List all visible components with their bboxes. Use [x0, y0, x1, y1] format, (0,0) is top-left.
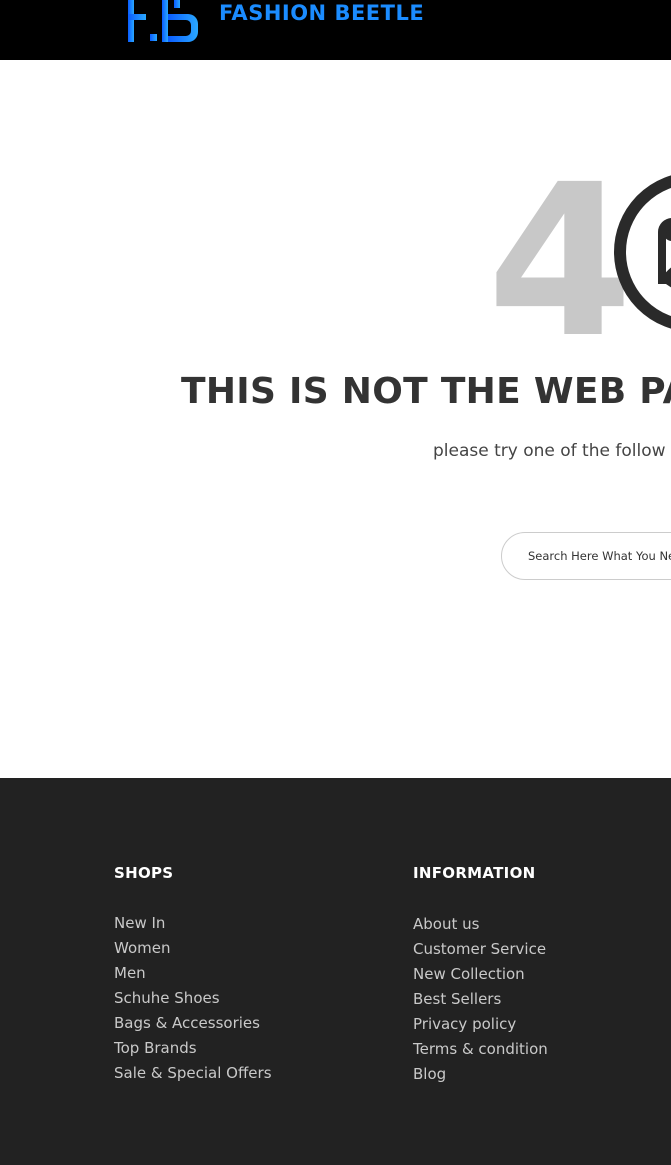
footer-link-privacy-policy[interactable]: Privacy policy	[413, 1014, 516, 1034]
error-title: THIS IS NOT THE WEB PAC	[181, 371, 671, 412]
list-item: About us	[413, 914, 548, 939]
footer-shops-list: New In Women Men Schuhe Shoes Bags & Acc…	[114, 913, 272, 1088]
footer-link-women[interactable]: Women	[114, 938, 170, 958]
footer-link-best-sellers[interactable]: Best Sellers	[413, 989, 501, 1009]
fb-logo-icon	[128, 0, 198, 42]
footer-link-schuhe-shoes[interactable]: Schuhe Shoes	[114, 988, 220, 1008]
footer-information-title: INFORMATION	[413, 864, 536, 882]
list-item: Men	[114, 963, 272, 988]
logo-text: FASHION BEETLE	[219, 1, 425, 25]
footer-link-men[interactable]: Men	[114, 963, 146, 983]
footer-link-terms-condition[interactable]: Terms & condition	[413, 1039, 548, 1059]
list-item: Best Sellers	[413, 989, 548, 1014]
list-item: Terms & condition	[413, 1039, 548, 1064]
sad-face-icon	[614, 175, 671, 329]
footer-link-sale-special-offers[interactable]: Sale & Special Offers	[114, 1063, 272, 1083]
footer-shops-column: SHOPS New In Women Men Schuhe Shoes Bags…	[114, 864, 272, 1088]
list-item: Customer Service	[413, 939, 548, 964]
footer-shops-title: SHOPS	[114, 864, 174, 882]
list-item: Schuhe Shoes	[114, 988, 272, 1013]
site-logo[interactable]: FASHION BEETLE	[126, 0, 426, 44]
list-item: New Collection	[413, 964, 548, 989]
list-item: Privacy policy	[413, 1014, 548, 1039]
footer-link-bags-accessories[interactable]: Bags & Accessories	[114, 1013, 260, 1033]
footer-link-new-in[interactable]: New In	[114, 913, 165, 933]
list-item: Top Brands	[114, 1038, 272, 1063]
error-code-digit: 4	[487, 139, 633, 384]
search-input[interactable]	[528, 533, 671, 579]
footer-link-blog[interactable]: Blog	[413, 1064, 446, 1084]
error-subtitle: please try one of the follow	[433, 441, 666, 461]
list-item: Bags & Accessories	[114, 1013, 272, 1038]
error-section: 4 THIS IS NOT THE WEB PAC please try one…	[0, 60, 671, 778]
footer-link-top-brands[interactable]: Top Brands	[114, 1038, 197, 1058]
footer-link-customer-service[interactable]: Customer Service	[413, 939, 546, 959]
footer-information-list: About us Customer Service New Collection…	[413, 914, 548, 1089]
footer-information-column: INFORMATION About us Customer Service Ne…	[413, 864, 548, 1089]
site-footer: SHOPS New In Women Men Schuhe Shoes Bags…	[0, 778, 671, 1165]
footer-link-new-collection[interactable]: New Collection	[413, 964, 525, 984]
list-item: New In	[114, 913, 272, 938]
search-form	[501, 532, 671, 580]
footer-link-about-us[interactable]: About us	[413, 914, 479, 934]
list-item: Women	[114, 938, 272, 963]
site-header: FASHION BEETLE	[0, 0, 671, 60]
list-item: Blog	[413, 1064, 548, 1089]
list-item: Sale & Special Offers	[114, 1063, 272, 1088]
